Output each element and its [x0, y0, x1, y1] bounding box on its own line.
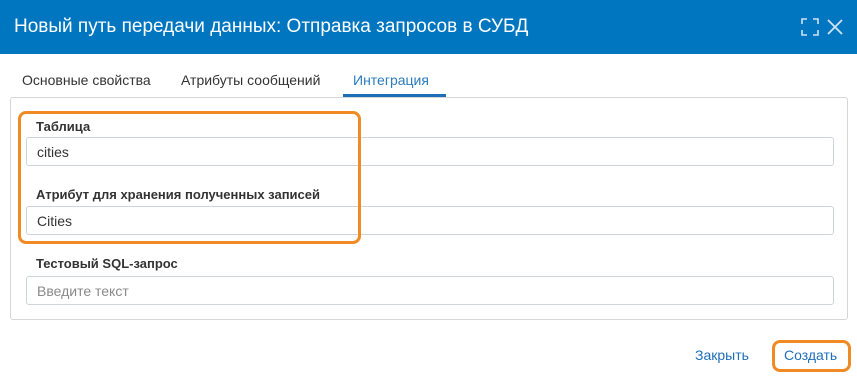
close-icon[interactable]	[826, 18, 844, 36]
tab-message-attributes[interactable]: Атрибуты сообщений	[181, 72, 320, 88]
tab-basic-properties[interactable]: Основные свойства	[22, 72, 151, 88]
dialog-titlebar: Новый путь передачи данных: Отправка зап…	[0, 0, 857, 54]
tab-integration[interactable]: Интеграция	[353, 72, 429, 88]
test-sql-label: Тестовый SQL-запрос	[36, 256, 178, 271]
dialog-title: Новый путь передачи данных: Отправка зап…	[14, 16, 529, 37]
maximize-icon[interactable]	[801, 18, 819, 36]
close-button[interactable]: Закрыть	[695, 347, 749, 363]
test-sql-field[interactable]	[26, 276, 834, 305]
storage-attribute-field[interactable]	[26, 206, 834, 235]
tab-bar: Основные свойства Атрибуты сообщений Инт…	[0, 54, 857, 98]
table-label: Таблица	[36, 119, 91, 134]
storage-attribute-label: Атрибут для хранения полученных записей	[36, 187, 321, 202]
create-button[interactable]: Создать	[784, 347, 837, 363]
table-field[interactable]	[26, 137, 834, 166]
